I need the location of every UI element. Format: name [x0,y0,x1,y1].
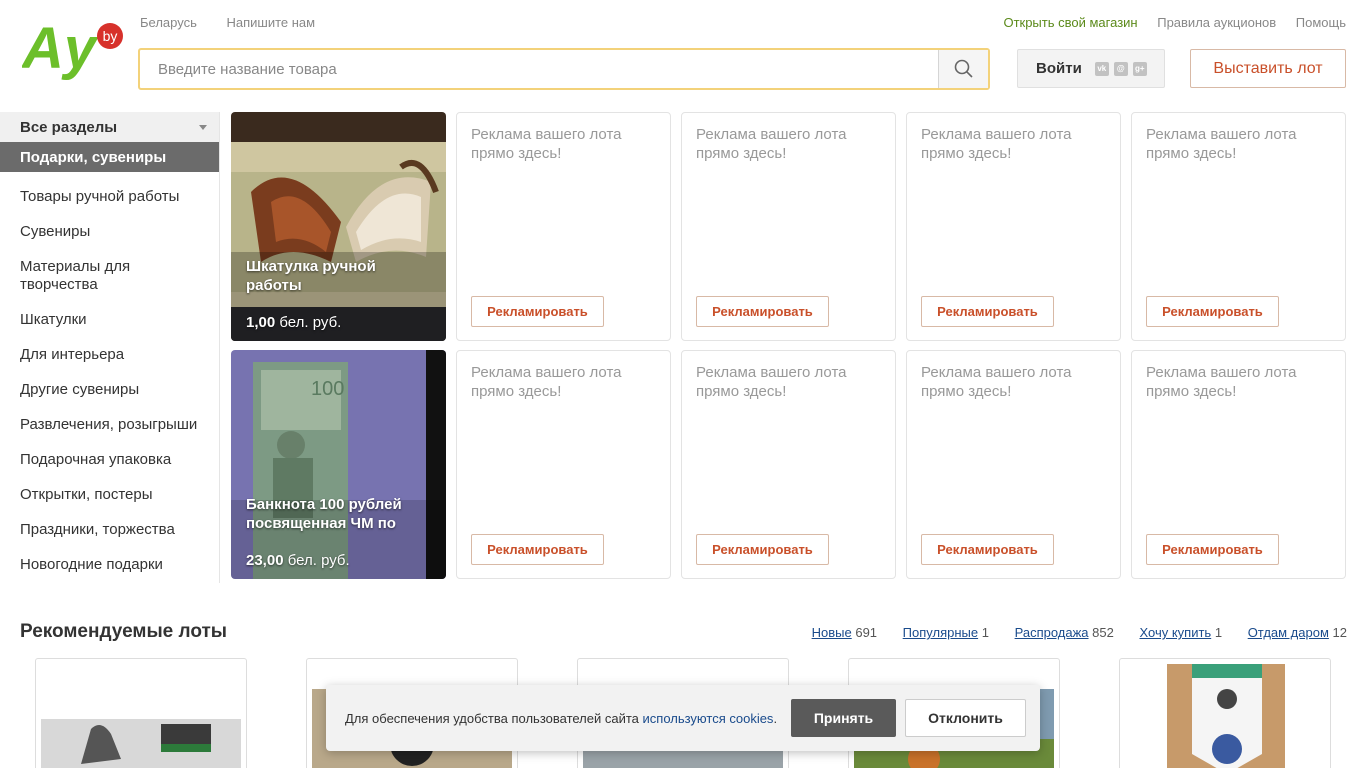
vk-icon[interactable]: vk [1094,61,1109,76]
search-button[interactable] [938,50,988,88]
ad-slot-card: Реклама вашего лота прямо здесь! Реклами… [1131,112,1346,341]
advertise-button[interactable]: Рекламировать [1146,296,1279,327]
advertise-button[interactable]: Рекламировать [471,296,604,327]
search-input[interactable] [140,50,938,88]
lot-photo-banknote: 100 [231,350,446,579]
sidebar-item-postcards[interactable]: Открытки, постеры [0,486,219,504]
sidebar-item-handmade[interactable]: Товары ручной работы [0,188,219,206]
recommended-title: Рекомендуемые лоты [20,621,228,642]
tab-want-to-buy[interactable]: Хочу купить [1139,625,1211,640]
logo-text: Ay [22,18,99,81]
login-button[interactable]: Войти vk @ g+ [1017,49,1165,88]
advertise-button[interactable]: Рекламировать [696,534,829,565]
sidebar-item-materials[interactable]: Материалы для творчества [0,258,219,294]
ad-slot-card: Реклама вашего лота прямо здесь! Реклами… [681,350,896,579]
open-shop-link[interactable]: Открыть свой магазин [1003,15,1137,30]
sidebar-item-active[interactable]: Подарки, сувениры [0,142,219,172]
advertise-button[interactable]: Рекламировать [696,296,829,327]
ad-slot-text: Реклама вашего лота прямо здесь! [471,364,622,400]
cookie-period: . [773,710,778,726]
sidebar-item-souvenirs[interactable]: Сувениры [0,223,219,241]
ad-slot-card: Реклама вашего лота прямо здесь! Реклами… [1131,350,1346,579]
tab-give-away[interactable]: Отдам даром [1248,625,1329,640]
region-link[interactable]: Беларусь [140,15,197,30]
logo-suffix: by [103,28,118,44]
caret-down-icon [199,124,207,130]
ad-slot-card: Реклама вашего лота прямо здесь! Реклами… [906,350,1121,579]
recommended-lot-card[interactable] [35,658,247,768]
recommended-tabs: Новые 691 Популярные 1 Распродажа 852 Хо… [812,625,1347,640]
lot-thumbnail [41,719,241,768]
cookie-banner: Для обеспечения удобства пользователей с… [326,685,1040,751]
ad-slot-text: Реклама вашего лота прямо здесь! [921,126,1072,162]
site-logo[interactable]: Ay by [20,16,126,82]
lot-price: 23,00 бел. руб. [246,552,350,569]
advertise-button[interactable]: Рекламировать [921,296,1054,327]
ad-slot-text: Реклама вашего лота прямо здесь! [921,364,1072,400]
advertise-button[interactable]: Рекламировать [1146,534,1279,565]
advertise-button[interactable]: Рекламировать [471,534,604,565]
tab-count: 1 [981,625,989,640]
sidebar-item-new-year[interactable]: Новогодние подарки [0,556,219,574]
search-icon [954,59,973,78]
login-label: Войти [1036,60,1082,77]
sell-lot-button[interactable]: Выставить лот [1190,49,1346,88]
lot-title: Банкнота 100 рублей посвященная ЧМ по [246,496,402,532]
write-us-link[interactable]: Напишите нам [226,15,315,30]
cookie-message: Для обеспечения удобства пользователей с… [345,710,643,726]
category-sidebar: Все разделы Подарки, сувениры Товары руч… [0,112,220,583]
ad-slot-card: Реклама вашего лота прямо здесь! Реклами… [681,112,896,341]
svg-text:100: 100 [311,378,344,400]
ad-slot-text: Реклама вашего лота прямо здесь! [1146,364,1297,400]
tab-count: 12 [1332,625,1347,640]
tab-sale[interactable]: Распродажа [1015,625,1089,640]
all-sections-dropdown[interactable]: Все разделы [0,112,219,142]
lot-price-currency: бел. руб. [279,314,342,331]
lot-price-value: 1,00 [246,314,276,331]
tab-count: 691 [855,625,878,640]
all-sections-label: Все разделы [20,118,118,136]
lot-thumbnail [1167,664,1285,768]
google-plus-icon[interactable]: g+ [1132,61,1147,76]
mailru-icon[interactable]: @ [1113,61,1128,76]
tab-count: 1 [1214,625,1223,640]
lot-price-value: 23,00 [246,552,284,569]
sidebar-item-other-souvenirs[interactable]: Другие сувениры [0,381,219,399]
top-nav-right: Открыть свой магазин Правила аукционов П… [987,15,1346,30]
lot-title: Шкатулка ручной работы [246,258,376,294]
recommended-lot-card[interactable] [1119,658,1331,768]
sidebar-item-gift-wrap[interactable]: Подарочная упаковка [0,451,219,469]
tab-count: 852 [1092,625,1114,640]
search-bar [138,48,990,90]
featured-lot-card[interactable]: Шкатулка ручной работы 1,00 бел. руб. [231,112,446,341]
ad-slot-text: Реклама вашего лота прямо здесь! [696,364,847,400]
top-nav-left: Беларусь Напишите нам [140,15,341,30]
advertise-button[interactable]: Рекламировать [921,534,1054,565]
decline-cookies-button[interactable]: Отклонить [905,699,1026,737]
help-link[interactable]: Помощь [1296,15,1346,30]
lot-price: 1,00 бел. руб. [246,314,341,331]
featured-lot-card[interactable]: 100 Банкнота 100 рублей посвященная ЧМ п… [231,350,446,579]
sidebar-item-entertainment[interactable]: Развлечения, розыгрыши [0,416,219,434]
accept-cookies-button[interactable]: Принять [791,699,896,737]
cookie-policy-link[interactable]: используются cookies [643,711,774,726]
ad-slot-text: Реклама вашего лота прямо здесь! [471,126,622,162]
cookie-text: Для обеспечения удобства пользователей с… [345,711,791,726]
sidebar-item-boxes[interactable]: Шкатулки [0,311,219,329]
ad-slot-card: Реклама вашего лота прямо здесь! Реклами… [456,112,671,341]
ad-slot-card: Реклама вашего лота прямо здесь! Реклами… [456,350,671,579]
lot-price-currency: бел. руб. [287,552,350,569]
ad-slot-text: Реклама вашего лота прямо здесь! [696,126,847,162]
rules-link[interactable]: Правила аукционов [1157,15,1276,30]
sidebar-item-holidays[interactable]: Праздники, торжества [0,521,219,539]
ad-slot-text: Реклама вашего лота прямо здесь! [1146,126,1297,162]
sidebar-item-interior[interactable]: Для интерьера [0,346,219,364]
tab-popular[interactable]: Популярные [903,625,978,640]
tab-new[interactable]: Новые [812,625,852,640]
ad-slot-card: Реклама вашего лота прямо здесь! Реклами… [906,112,1121,341]
lot-photo-horses [231,112,446,341]
